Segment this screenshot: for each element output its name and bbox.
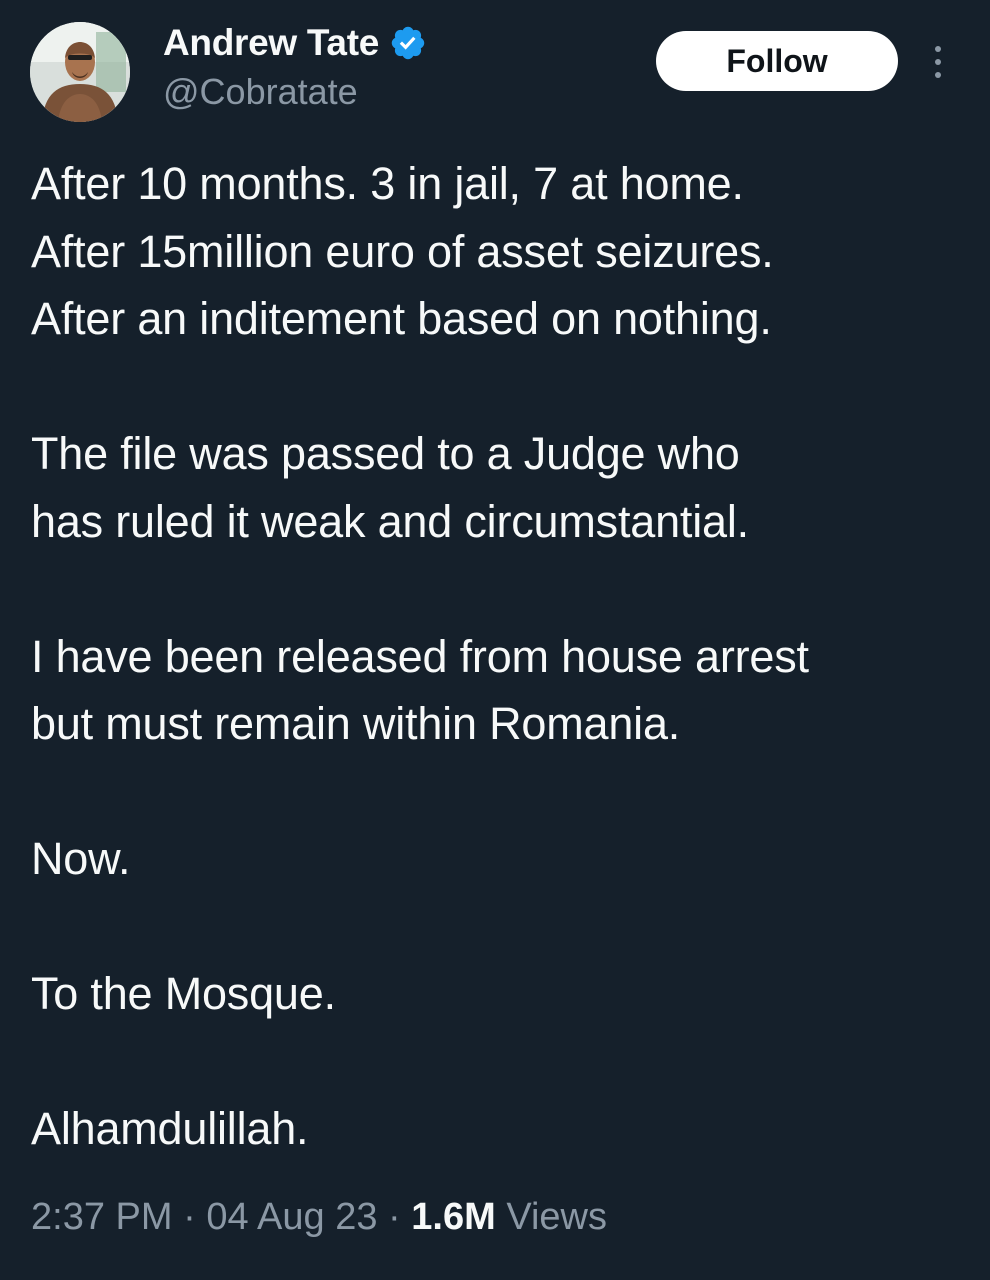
tweet-paragraph: The file was passed to a Judge who has r… <box>31 420 976 555</box>
tweet-paragraph: Alhamdulillah. <box>31 1095 976 1163</box>
author-handle[interactable]: @Cobratate <box>163 71 358 113</box>
tweet-line: has ruled it weak and circumstantial. <box>31 495 749 547</box>
tweet-line: I have been released from house arrest <box>31 630 809 682</box>
more-options-icon[interactable] <box>920 40 956 84</box>
tweet-meta: 2:37 PM · 04 Aug 23 · 1.6M Views <box>31 1196 607 1239</box>
meta-separator: · <box>388 1196 401 1238</box>
tweet-line: Now. <box>31 833 131 884</box>
views-count[interactable]: 1.6M <box>411 1196 495 1238</box>
more-dot <box>935 59 941 65</box>
tweet-paragraph: Now. <box>31 825 976 893</box>
more-dot <box>935 72 941 78</box>
tweet-header: Andrew Tate @Cobratate Follow <box>0 0 990 130</box>
tweet-date[interactable]: 04 Aug 23 <box>206 1196 377 1238</box>
tweet-paragraph: To the Mosque. <box>31 960 976 1028</box>
avatar-photo <box>30 22 130 122</box>
tweet-text: After 10 months. 3 in jail, 7 at home. A… <box>31 150 976 1163</box>
tweet-line: After 10 months. 3 in jail, 7 at home. <box>31 158 744 209</box>
author-display-name[interactable]: Andrew Tate <box>163 22 379 64</box>
more-dot <box>935 46 941 52</box>
tweet-paragraph: After 10 months. 3 in jail, 7 at home. A… <box>31 150 976 353</box>
tweet-line: The file was passed to a Judge who <box>31 428 740 479</box>
author-name-row: Andrew Tate <box>163 20 427 66</box>
avatar[interactable] <box>30 22 130 122</box>
tweet-line: To the Mosque. <box>31 968 336 1019</box>
tweet-time[interactable]: 2:37 PM <box>31 1196 173 1238</box>
views-label: Views <box>506 1196 607 1238</box>
tweet-line: Alhamdulillah. <box>31 1103 309 1154</box>
tweet-line: After 15million euro of asset seizures. <box>31 225 774 277</box>
tweet-line: After an inditement based on nothing. <box>31 293 772 344</box>
verified-badge-icon[interactable] <box>389 24 427 62</box>
follow-button[interactable]: Follow <box>656 31 898 91</box>
tweet-paragraph: I have been released from house arrest b… <box>31 623 976 758</box>
tweet-line: but must remain within Romania. <box>31 698 681 749</box>
meta-separator: · <box>183 1196 196 1238</box>
